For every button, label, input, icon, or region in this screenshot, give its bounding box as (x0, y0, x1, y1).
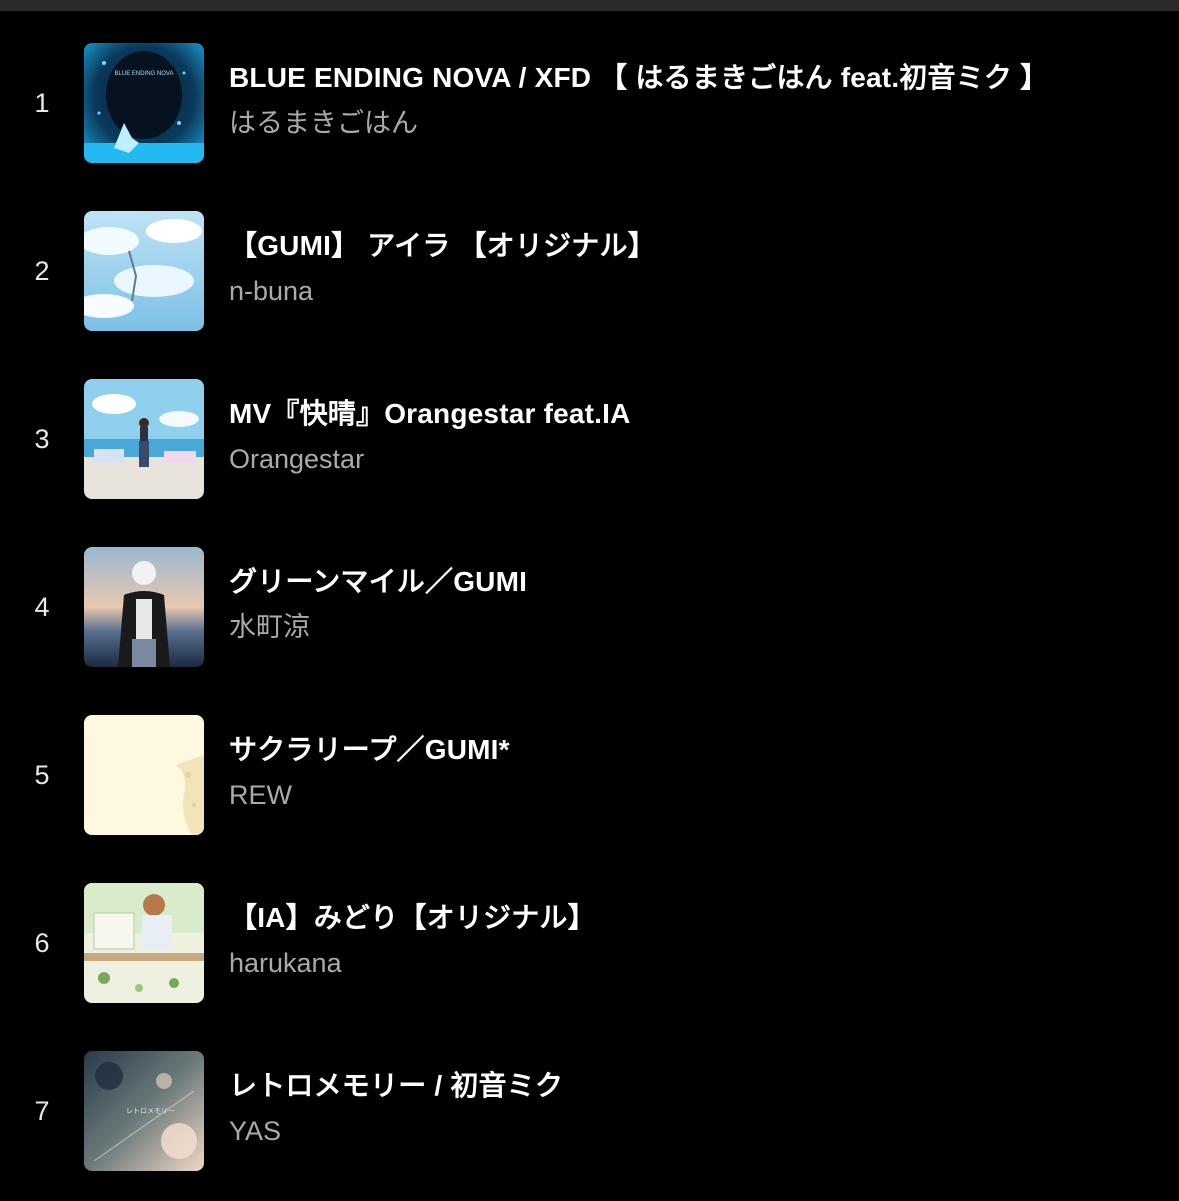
thumbnail-art (84, 883, 204, 1003)
track-index: 6 (34, 928, 50, 958)
thumbnail-art (84, 715, 204, 835)
track-text: BLUE ENDING NOVA / XFD 【 はるまきごはん feat.初音… (229, 59, 1159, 141)
track-index: 5 (34, 760, 50, 790)
track-thumbnail[interactable] (84, 211, 204, 331)
track-thumbnail[interactable] (84, 379, 204, 499)
track-thumbnail[interactable]: レトロメモリー (84, 1051, 204, 1171)
track-artist[interactable]: harukana (229, 945, 1159, 981)
track-text: 【GUMI】 アイラ 【オリジナル】 n-buna (229, 227, 1159, 309)
top-bar (0, 0, 1179, 11)
track-artist[interactable]: Orangestar (229, 441, 1159, 477)
track-row[interactable]: 3 MV『快晴』Orangestar feat.IA Orangestar (0, 361, 1179, 529)
track-text: MV『快晴』Orangestar feat.IA Orangestar (229, 395, 1159, 477)
track-title[interactable]: BLUE ENDING NOVA / XFD 【 はるまきごはん feat.初音… (229, 59, 1159, 97)
track-text: 【IA】みどり【オリジナル】 harukana (229, 899, 1159, 981)
track-thumbnail[interactable] (84, 883, 204, 1003)
track-index: 7 (34, 1096, 50, 1126)
track-row[interactable]: 2 【GUMI】 アイラ 【オリジナル】 n-buna (0, 193, 1179, 361)
track-text: レトロメモリー / 初音ミク YAS (229, 1067, 1159, 1149)
track-row[interactable]: 1 BLUE ENDING NOVA BLUE ENDING NOVA / XF… (0, 25, 1179, 193)
track-title[interactable]: 【IA】みどり【オリジナル】 (229, 899, 1159, 937)
thumbnail-art (84, 547, 204, 667)
track-title[interactable]: 【GUMI】 アイラ 【オリジナル】 (229, 227, 1159, 265)
track-artist[interactable]: n-buna (229, 273, 1159, 309)
track-index: 1 (34, 88, 50, 118)
track-thumbnail[interactable] (84, 715, 204, 835)
track-text: サクラリープ／GUMI* REW (229, 731, 1159, 813)
track-title[interactable]: MV『快晴』Orangestar feat.IA (229, 395, 1159, 433)
thumbnail-art (84, 211, 204, 331)
track-row[interactable]: 4 グリーンマイル／GUMI 水町涼 (0, 529, 1179, 697)
track-thumbnail[interactable]: BLUE ENDING NOVA (84, 43, 204, 163)
track-artist[interactable]: 水町涼 (229, 609, 1159, 645)
track-list: 1 BLUE ENDING NOVA BLUE ENDING NOVA / XF… (0, 25, 1179, 1201)
track-row[interactable]: 6 【IA】みどり【オリジナル】 harukana (0, 865, 1179, 1033)
thumbnail-logo-text: BLUE ENDING NOVA (115, 71, 174, 77)
thumbnail-art (84, 379, 204, 499)
track-artist[interactable]: はるまきごはん (229, 105, 1159, 141)
track-row[interactable]: 5 サクラリープ／GUMI* REW (0, 697, 1179, 865)
track-title[interactable]: サクラリープ／GUMI* (229, 731, 1159, 769)
track-text: グリーンマイル／GUMI 水町涼 (229, 563, 1159, 645)
thumbnail-logo-text: レトロメモリー (126, 1107, 175, 1115)
track-artist[interactable]: YAS (229, 1113, 1159, 1149)
track-thumbnail[interactable] (84, 547, 204, 667)
track-title[interactable]: レトロメモリー / 初音ミク (229, 1067, 1159, 1105)
track-artist[interactable]: REW (229, 777, 1159, 813)
thumbnail-art: レトロメモリー (84, 1051, 204, 1171)
track-index: 3 (34, 424, 50, 454)
track-title[interactable]: グリーンマイル／GUMI (229, 563, 1159, 601)
track-row[interactable]: 7 レトロメモリー レトロメモリー / 初音ミク YAS (0, 1033, 1179, 1201)
track-index: 4 (34, 592, 50, 622)
track-index: 2 (34, 256, 50, 286)
thumbnail-art: BLUE ENDING NOVA (84, 43, 204, 163)
